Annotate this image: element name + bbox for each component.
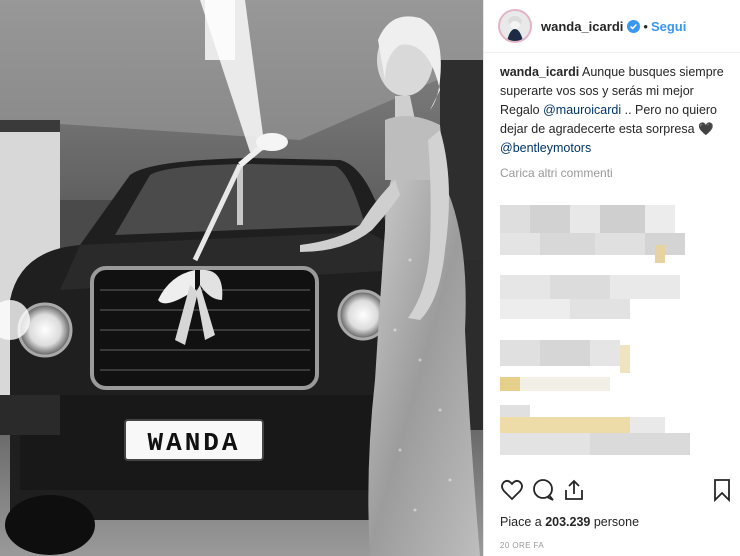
header-username[interactable]: wanda_icardi — [541, 19, 623, 34]
avatar-image — [500, 11, 530, 41]
comments-section: wanda_icardi Aunque busques siempre supe… — [484, 53, 740, 183]
caption-username[interactable]: wanda_icardi — [500, 65, 579, 79]
post-photo-illustration: WANDA — [0, 0, 483, 556]
caption: wanda_icardi Aunque busques siempre supe… — [500, 63, 728, 158]
follow-button[interactable]: Segui — [651, 19, 686, 34]
post-actions-bar — [500, 478, 730, 508]
heart-icon[interactable] — [500, 478, 524, 507]
caption-mention-mauroicardi[interactable]: @mauroicardi — [543, 103, 621, 117]
black-heart-emoji: 🖤 — [698, 122, 714, 136]
likes-count[interactable]: Piace a 203.239 persone — [500, 515, 639, 529]
header-separator-dot: • — [643, 18, 648, 34]
post-header: wanda_icardi • Segui — [484, 0, 740, 53]
bookmark-icon[interactable] — [712, 478, 732, 507]
pixelated-comments — [500, 205, 724, 463]
caption-mention-bentleymotors[interactable]: @bentleymotors — [500, 141, 591, 155]
post-photo[interactable]: WANDA — [0, 0, 483, 556]
verified-badge-icon — [627, 19, 641, 33]
license-plate-text: WANDA — [147, 428, 240, 458]
post-timestamp: 20 ORE FA — [500, 541, 545, 550]
likes-prefix: Piace a — [500, 515, 542, 529]
pixelated-comments-mosaic — [500, 205, 724, 463]
likes-number: 203.239 — [545, 515, 591, 529]
likes-suffix: persone — [593, 515, 640, 529]
load-more-comments-link[interactable]: Carica altri commenti — [500, 164, 728, 183]
avatar[interactable] — [498, 9, 532, 43]
comment-icon[interactable] — [531, 478, 555, 507]
share-icon[interactable] — [562, 478, 586, 507]
